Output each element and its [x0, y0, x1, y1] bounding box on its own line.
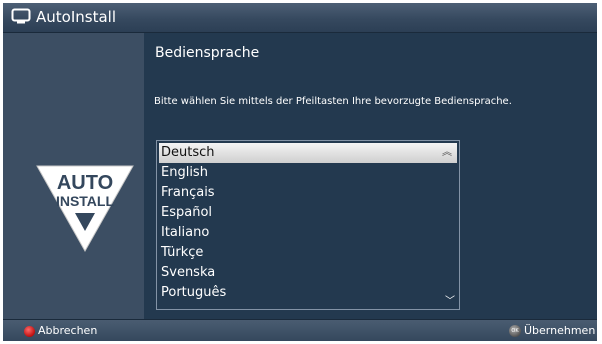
chevron-down-icon[interactable]: ﹀ [445, 292, 455, 307]
red-button-icon[interactable] [24, 326, 35, 337]
title-bar: AutoInstall [3, 3, 597, 33]
language-label: Português [161, 285, 227, 300]
language-item-turkce[interactable]: Türkçe [159, 243, 457, 263]
language-item-svenska[interactable]: Svenska [159, 263, 457, 283]
language-label: Español [161, 205, 213, 220]
accept-button[interactable]: Übernehmen [524, 324, 595, 337]
language-item-francais[interactable]: Français [159, 183, 457, 203]
content-area: Bediensprache Bitte wählen Sie mittels d… [144, 33, 597, 319]
instruction-text: Bitte wählen Sie mittels der Pfeiltasten… [154, 96, 512, 107]
logo-text-auto: AUTO [57, 172, 113, 194]
language-label: English [161, 165, 208, 180]
language-item-english[interactable]: English [159, 163, 457, 183]
language-list[interactable]: Deutsch ︽ English Français Español Itali… [156, 140, 460, 310]
language-label: Deutsch [161, 145, 215, 160]
language-item-espanol[interactable]: Español [159, 203, 457, 223]
page-title: Bediensprache [155, 45, 260, 61]
language-item-deutsch[interactable]: Deutsch ︽ [159, 143, 457, 163]
language-item-italiano[interactable]: Italiano [159, 223, 457, 243]
language-label: Svenska [161, 265, 216, 280]
window-title: AutoInstall [36, 8, 116, 26]
left-panel: AUTO INSTALL [3, 33, 144, 319]
tv-icon [11, 8, 31, 24]
language-label: Italiano [161, 225, 210, 240]
footer-bar: Abbrechen OK Übernehmen [3, 319, 597, 341]
language-item-portugues[interactable]: Português [159, 283, 457, 303]
language-label: Türkçe [161, 245, 204, 260]
autoinstall-screen: AutoInstall AUTO INSTALL Bediensprache B… [3, 3, 597, 341]
language-label: Français [161, 185, 215, 200]
cancel-button[interactable]: Abbrechen [38, 324, 97, 337]
autoinstall-logo-icon: AUTO INSTALL [36, 165, 134, 253]
chevron-double-up-icon[interactable]: ︽ [442, 143, 452, 163]
logo-text-install: INSTALL [56, 193, 115, 209]
ok-button-icon[interactable]: OK [509, 325, 521, 337]
